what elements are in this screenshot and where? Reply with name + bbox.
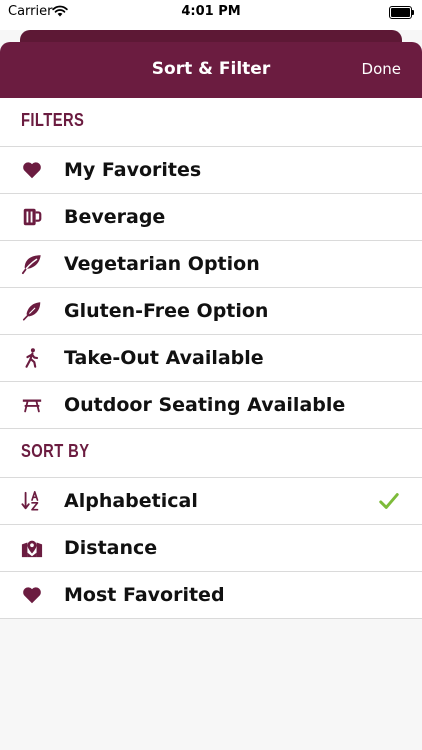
walking-person-icon <box>25 348 39 368</box>
filter-row-take-out[interactable]: Take-Out Available <box>0 335 422 382</box>
status-bar: Carrier 4:01 PM <box>0 0 422 30</box>
sort-row-most-favorited[interactable]: Most Favorited <box>0 572 422 619</box>
filter-row-my-favorites[interactable]: My Favorites <box>0 147 422 194</box>
section-header-sort-by: SORT BY <box>0 429 422 478</box>
row-label: Gluten-Free Option <box>64 300 269 322</box>
row-label: Distance <box>64 537 158 559</box>
section-header-filters: FILTERS <box>0 98 422 147</box>
leaf-icon <box>21 255 41 275</box>
heart-icon <box>23 587 41 604</box>
filters-heading: FILTERS <box>21 110 85 130</box>
sort-by-heading: SORT BY <box>21 441 90 461</box>
heart-icon <box>23 162 41 179</box>
checkmark-icon <box>379 493 399 509</box>
map-marker-icon <box>21 540 43 558</box>
row-label: Take-Out Available <box>64 347 264 369</box>
clock: 4:01 PM <box>181 4 241 19</box>
row-label: Vegetarian Option <box>64 253 260 275</box>
filter-row-beverage[interactable]: Beverage <box>0 194 422 241</box>
battery-icon <box>389 6 414 19</box>
filter-row-vegetarian[interactable]: Vegetarian Option <box>0 241 422 288</box>
filter-row-gluten-free[interactable]: Gluten-Free Option <box>0 288 422 335</box>
row-label: Outdoor Seating Available <box>64 394 346 416</box>
sort-filter-list: FILTERS My Favorites Beverage Vegetarian… <box>0 98 422 619</box>
beer-mug-icon <box>23 208 42 226</box>
sort-alpha-icon <box>21 491 39 511</box>
row-label: Beverage <box>64 206 166 228</box>
row-label: Alphabetical <box>64 490 198 512</box>
sort-row-distance[interactable]: Distance <box>0 525 422 572</box>
page-title: Sort & Filter <box>151 59 271 79</box>
row-label: My Favorites <box>64 159 202 181</box>
done-button[interactable]: Done <box>362 60 401 78</box>
sort-row-alphabetical[interactable]: Alphabetical <box>0 478 422 525</box>
filter-row-outdoor-seating[interactable]: Outdoor Seating Available <box>0 382 422 429</box>
nav-header: Sort & Filter Done <box>0 42 422 98</box>
picnic-table-icon <box>22 399 42 413</box>
row-label: Most Favorited <box>64 584 225 606</box>
feather-icon <box>22 302 41 321</box>
